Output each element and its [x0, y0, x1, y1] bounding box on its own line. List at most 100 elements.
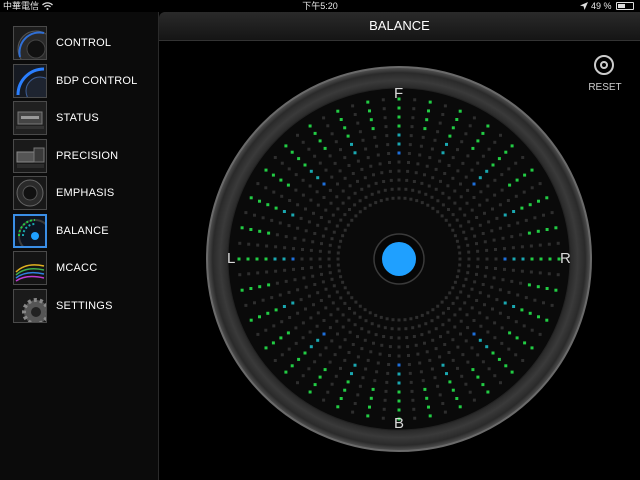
- level-dot: [366, 414, 370, 418]
- level-dot: [328, 188, 332, 192]
- level-dot: [473, 234, 477, 238]
- sidebar-item-emphasis[interactable]: EMPHASIS: [13, 176, 153, 210]
- sidebar-item-control[interactable]: CONTROL: [13, 26, 153, 60]
- level-dot: [274, 269, 278, 273]
- level-dot: [356, 355, 360, 359]
- sidebar-item-label: MCACC: [56, 262, 98, 274]
- level-dot: [360, 327, 364, 331]
- level-dot: [443, 104, 447, 108]
- level-dot: [387, 363, 391, 366]
- level-dot: [397, 408, 401, 412]
- level-dot: [466, 154, 470, 158]
- level-dot: [439, 335, 442, 339]
- sidebar-item-precision[interactable]: PRECISION: [13, 139, 153, 173]
- level-dot: [424, 322, 428, 326]
- level-dot: [397, 187, 401, 191]
- level-dot: [522, 324, 526, 328]
- level-dot: [290, 150, 294, 154]
- level-dot: [322, 182, 326, 186]
- level-dot: [315, 324, 319, 328]
- level-dot: [441, 113, 445, 116]
- level-dot: [296, 381, 299, 385]
- level-dot: [339, 397, 343, 400]
- reset-target-icon: [594, 55, 614, 75]
- level-dot: [413, 416, 417, 420]
- level-dot: [478, 176, 482, 180]
- level-dot: [287, 347, 291, 351]
- level-dot: [456, 148, 459, 152]
- level-dot: [503, 247, 506, 251]
- level-dot: [358, 130, 362, 134]
- level-dot: [493, 140, 497, 144]
- level-dot: [313, 283, 317, 286]
- level-dot: [390, 327, 394, 331]
- sidebar-item-balance[interactable]: BALANCE: [13, 214, 153, 248]
- level-dot: [353, 113, 357, 116]
- level-dot: [291, 301, 295, 305]
- level-dot: [408, 143, 412, 147]
- level-dot: [436, 304, 440, 308]
- sidebar-item-status[interactable]: STATUS: [13, 101, 153, 135]
- level-dot: [274, 206, 278, 210]
- level-dot: [304, 207, 307, 211]
- level-dot: [427, 109, 430, 113]
- level-dot: [436, 210, 440, 214]
- level-dot: [478, 203, 482, 207]
- level-dot: [420, 313, 424, 317]
- sidebar-item-mcacc[interactable]: MCACC: [13, 251, 153, 285]
- level-dot: [307, 147, 311, 151]
- sidebar-item-settings[interactable]: SETTINGS: [13, 289, 153, 323]
- level-dot: [397, 318, 401, 322]
- level-dot: [323, 146, 327, 150]
- level-dot: [529, 244, 533, 248]
- level-dot: [387, 152, 391, 155]
- level-dot: [413, 98, 417, 102]
- level-dot: [327, 250, 331, 254]
- level-dot: [498, 288, 502, 292]
- balance-knob[interactable]: [382, 242, 416, 276]
- level-dot: [247, 272, 251, 276]
- level-dot: [467, 294, 471, 298]
- level-dot: [282, 210, 286, 213]
- balance-thumb-icon: [13, 214, 47, 248]
- level-dot: [416, 162, 420, 166]
- sidebar-item-bdp-control[interactable]: BDP CONTROL: [13, 64, 153, 98]
- level-dot: [425, 350, 429, 354]
- level-dot: [328, 326, 332, 330]
- level-dot: [510, 235, 514, 239]
- level-dot: [441, 203, 445, 207]
- level-dot: [451, 388, 455, 392]
- level-dot: [266, 311, 270, 315]
- level-dot: [378, 352, 382, 356]
- level-dot: [275, 233, 279, 237]
- level-dot: [360, 347, 364, 351]
- level-dot: [520, 245, 524, 249]
- level-dot: [419, 370, 423, 374]
- level-dot: [280, 194, 284, 198]
- level-dot: [440, 214, 444, 218]
- level-dot: [302, 238, 306, 242]
- level-dot: [309, 266, 313, 270]
- level-dot: [244, 303, 248, 307]
- level-dot: [264, 328, 268, 332]
- level-dot: [273, 257, 277, 261]
- level-dot: [421, 135, 425, 139]
- level-dot: [307, 220, 311, 224]
- level-dot: [487, 147, 491, 151]
- level-dot: [397, 160, 401, 164]
- level-dot: [280, 353, 284, 357]
- level-dot: [271, 173, 275, 177]
- level-dot: [459, 182, 462, 186]
- level-dot: [323, 368, 327, 372]
- balance-dial[interactable]: [205, 65, 593, 453]
- level-dot: [383, 398, 387, 402]
- level-dot: [520, 308, 524, 312]
- level-dot: [456, 345, 460, 349]
- level-dot: [466, 243, 470, 247]
- level-dot: [458, 257, 462, 261]
- level-dot: [297, 157, 301, 161]
- level-dot: [434, 167, 438, 171]
- level-dot: [431, 308, 435, 312]
- level-dot: [258, 229, 262, 233]
- emphasis-thumb-icon: [13, 176, 47, 210]
